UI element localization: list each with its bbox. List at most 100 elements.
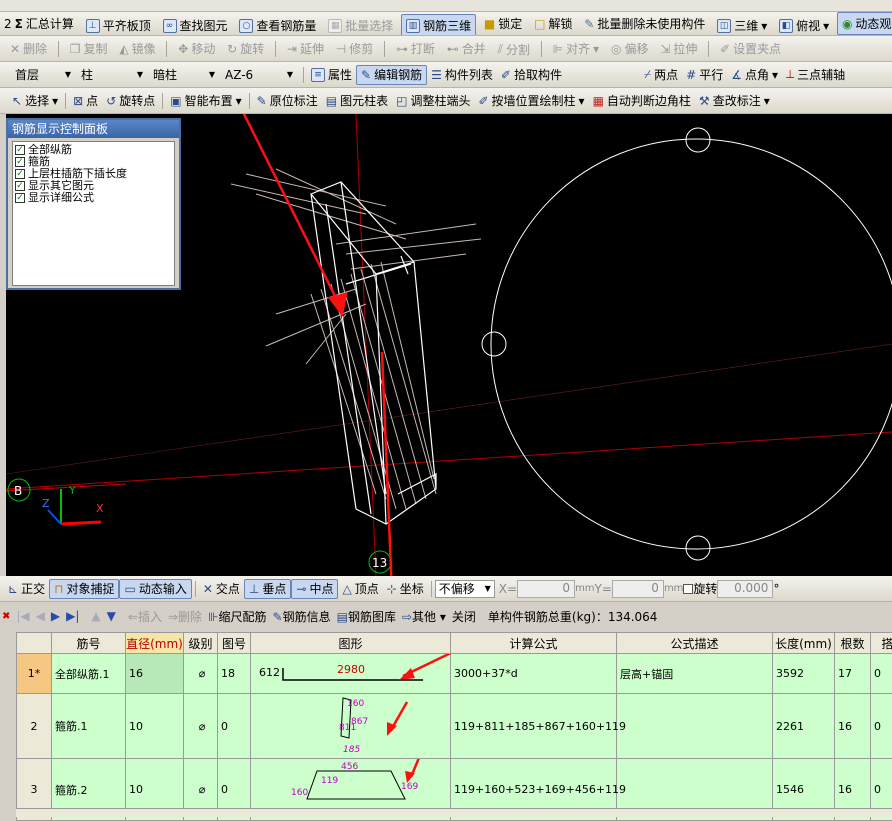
lock-button[interactable]: ■锁定 (480, 12, 526, 35)
last-record-icon[interactable]: ▶| (66, 609, 79, 623)
steel-3d-button[interactable]: ▥钢筋三维 (401, 14, 476, 36)
origin-mark-button[interactable]: ✎原位标注 (253, 88, 322, 113)
cell-count[interactable]: 16 (835, 694, 871, 759)
component-select[interactable]: AZ-6▼ (222, 66, 296, 84)
cell-grade[interactable]: ⌀ (184, 694, 218, 759)
cell-lap[interactable]: 0 (871, 694, 892, 759)
point-button[interactable]: ⊠点 (69, 88, 102, 113)
grid-delete-button[interactable]: ⇒删除 (168, 608, 202, 625)
cell-lap[interactable]: 0 (871, 654, 892, 694)
x-input[interactable]: 0 (517, 580, 575, 598)
col-header[interactable]: 直径(mm) (126, 633, 184, 654)
move-up-icon[interactable]: ▲ (91, 609, 100, 623)
draw-by-wall-dropdown[interactable]: ✐按墙位置绘制柱 ▾ (474, 88, 588, 113)
type-select[interactable]: 柱▼ (78, 66, 146, 84)
move-down-icon[interactable]: ▼ (107, 609, 116, 623)
rotate-point-button[interactable]: ↺旋转点 (102, 88, 159, 113)
col-header[interactable]: 筋号 (52, 633, 126, 654)
three-point-axis-button[interactable]: ⟂三点辅轴 (782, 62, 849, 87)
cell-name[interactable]: 全部纵筋.1 (52, 654, 126, 694)
cell-diameter[interactable]: 10 (126, 694, 184, 759)
delete-button[interactable]: ✕删除 (0, 36, 51, 61)
col-header[interactable]: 根数 (835, 633, 871, 654)
table-row[interactable]: 1* 全部纵筋.1 16 ⌀ 18 612 2980 3000+37*d 层高+… (17, 654, 892, 694)
auto-judge-button[interactable]: ▦自动判断边角柱 (589, 88, 695, 113)
move-button[interactable]: ✥移动 (174, 36, 219, 61)
subtype-select[interactable]: 暗柱▼ (150, 66, 218, 84)
dynamic-input-toggle[interactable]: ▭动态输入 (119, 579, 191, 599)
next-record-icon[interactable]: ▶ (51, 609, 60, 623)
cell-figure[interactable]: 18 (218, 654, 251, 694)
extend-button[interactable]: ⇥延伸 (283, 36, 328, 61)
trim-button[interactable]: ⊣修剪 (332, 36, 377, 61)
cell-shape[interactable]: 160 867 811 185 (251, 694, 451, 759)
cell-diameter[interactable]: 16 (126, 654, 184, 694)
set-grip-button[interactable]: ✐设置夹点 (716, 36, 785, 61)
cell-figure[interactable]: 0 (218, 694, 251, 759)
col-header[interactable]: 计算公式 (451, 633, 617, 654)
col-header[interactable]: 公式描述 (617, 633, 773, 654)
cell-formula[interactable]: 3000+37*d (451, 654, 617, 694)
intersection-toggle[interactable]: ✕交点 (199, 576, 244, 601)
property-button[interactable]: ≡属性 (307, 62, 356, 87)
cell-name[interactable]: 箍筋.1 (52, 694, 126, 759)
rotate-input[interactable]: 0.000 (717, 580, 773, 598)
parallel-button[interactable]: #平行 (682, 62, 727, 87)
scale-button[interactable]: ⊪缩尺配筋 (208, 608, 266, 625)
close-button[interactable]: 关闭 (452, 608, 476, 625)
table-row[interactable]: 2 箍筋.1 10 ⌀ 0 160 867 811 185 119+811+18… (17, 694, 892, 759)
vertex-toggle[interactable]: △顶点 (338, 576, 382, 601)
offset-select[interactable]: 不偏移▼ (435, 580, 495, 598)
coordinate-toggle[interactable]: ⊹坐标 (383, 576, 428, 601)
view-3d-dropdown[interactable]: ◫三维 ▾ (713, 14, 771, 36)
stretch-button[interactable]: ⇲拉伸 (656, 36, 701, 61)
ortho-toggle[interactable]: ⊾正交 (0, 576, 49, 601)
view-steel-button[interactable]: ○查看钢筋量 (235, 14, 320, 36)
row-number[interactable]: 2 (17, 694, 52, 759)
checkbox-show-formula[interactable]: ✓显示详细公式 (15, 192, 172, 204)
align-top-button[interactable]: ⊥平齐板顶 (82, 14, 155, 36)
col-header[interactable]: 长度(mm) (773, 633, 835, 654)
col-header[interactable]: 搭接 (871, 633, 892, 654)
insert-button[interactable]: ⇐插入 (128, 608, 162, 625)
pick-button[interactable]: ✐拾取构件 (497, 62, 566, 87)
dynamic-view-button[interactable]: ◉动态观 (837, 12, 892, 35)
prev-record-icon[interactable]: ◀ (36, 609, 45, 623)
object-snap-toggle[interactable]: ⊓对象捕捉 (49, 579, 119, 599)
midpoint-toggle[interactable]: ⊸中点 (291, 579, 338, 599)
component-list-button[interactable]: ☰构件列表 (427, 62, 497, 87)
col-header[interactable]: 级别 (184, 633, 218, 654)
find-button[interactable]: ∞查找图元 (159, 14, 232, 36)
col-header[interactable]: 图形 (251, 633, 451, 654)
col-header[interactable]: 图号 (218, 633, 251, 654)
check-modify-dropdown[interactable]: ⚒查改标注 ▾ (695, 88, 774, 113)
batch-delete-button[interactable]: ✎批量删除未使用构件 (580, 12, 709, 35)
select-dropdown[interactable]: ↖选择 ▾ (0, 88, 62, 113)
edit-steel-button[interactable]: ✎编辑钢筋 (356, 65, 427, 85)
rotate-checkbox[interactable] (683, 584, 693, 594)
copy-button[interactable]: ❐复制 (66, 36, 112, 61)
cell-count[interactable]: 17 (835, 654, 871, 694)
perpendicular-toggle[interactable]: ⊥垂点 (244, 579, 291, 599)
unlock-button[interactable]: □解锁 (530, 12, 576, 35)
top-view-dropdown[interactable]: ◧俯视 ▾ (775, 14, 833, 36)
point-angle-dropdown[interactable]: ∡点角 ▾ (727, 62, 782, 87)
steel-info-button[interactable]: ✎钢筋信息 (273, 608, 331, 625)
first-record-icon[interactable]: |◀ (16, 609, 29, 623)
column-table-button[interactable]: ▤图元柱表 (322, 88, 392, 113)
cell-description[interactable]: 层高+锚固 (617, 654, 773, 694)
batch-select-button[interactable]: ▦批量选择 (324, 14, 397, 36)
floor-select[interactable]: 首层▼ (12, 66, 74, 84)
cell-length[interactable]: 3592 (773, 654, 835, 694)
cell-grade[interactable]: ⌀ (184, 654, 218, 694)
smart-layout-dropdown[interactable]: ▣智能布置 ▾ (166, 88, 245, 113)
break-button[interactable]: ⊶打断 (392, 36, 439, 61)
cell-formula[interactable]: 119+811+185+867+160+119 (451, 694, 617, 759)
cell-description[interactable] (617, 694, 773, 759)
cell-length[interactable]: 2261 (773, 694, 835, 759)
split-button[interactable]: ⫽分割 (494, 37, 534, 62)
close-pane-icon[interactable]: ✖ (2, 611, 10, 622)
row-number[interactable]: 1* (17, 654, 52, 694)
mirror-button[interactable]: ◭镜像 (115, 36, 159, 61)
adjust-end-button[interactable]: ◰调整柱端头 (392, 88, 474, 113)
